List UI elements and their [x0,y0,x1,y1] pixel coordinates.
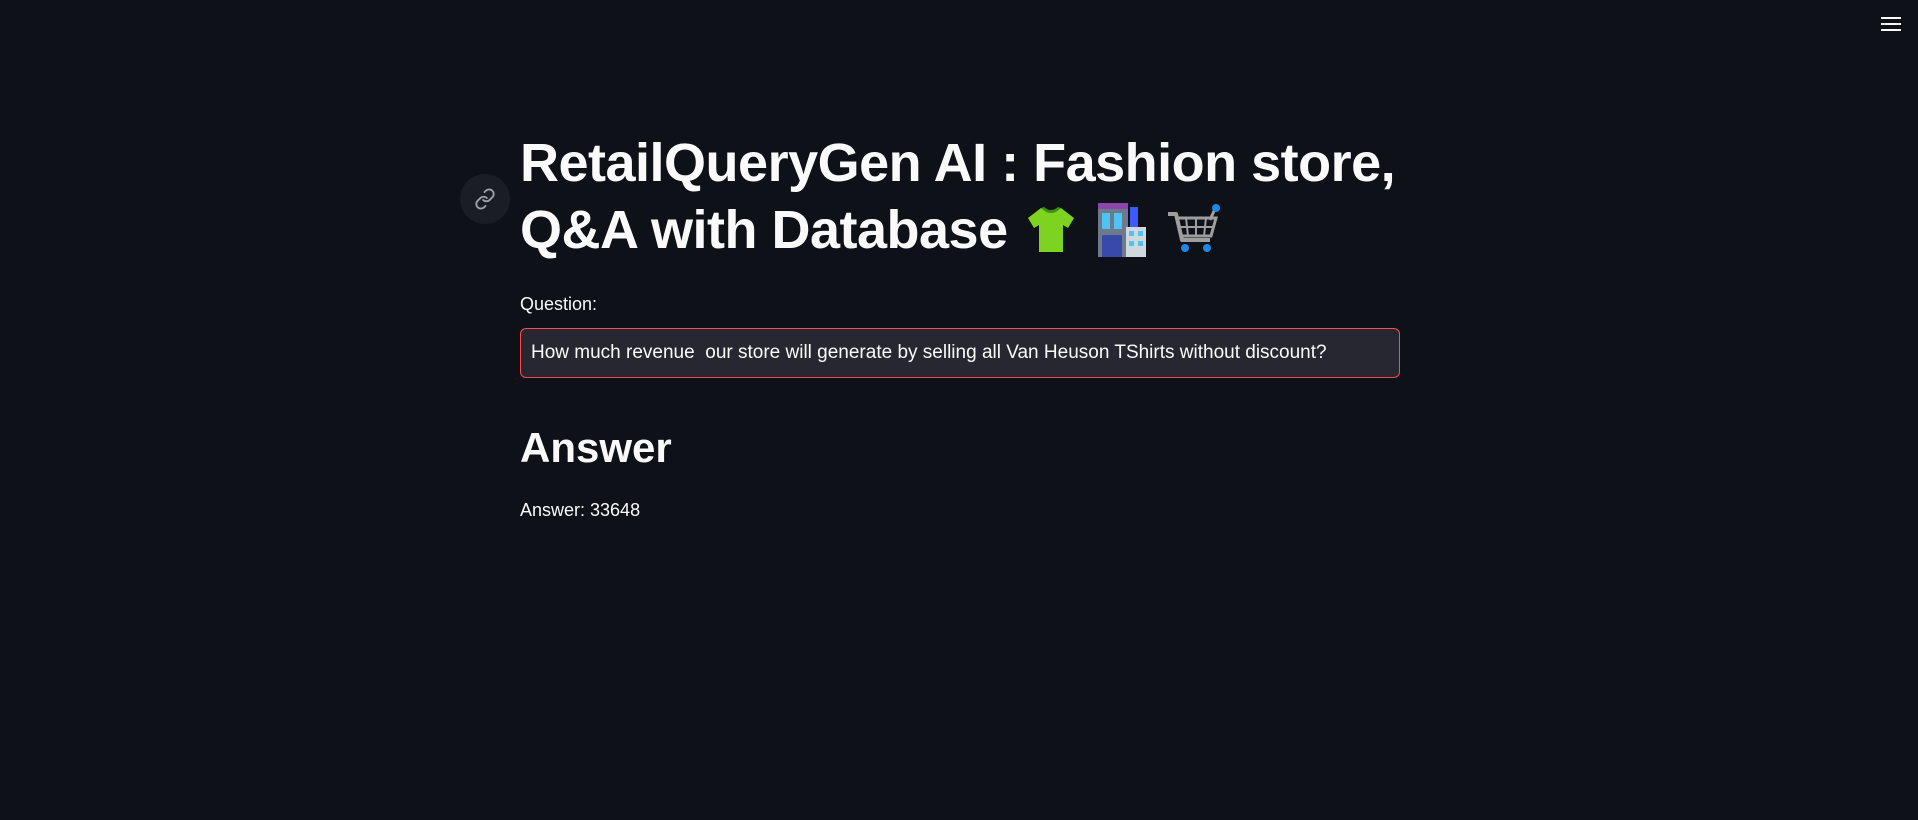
main-menu-button[interactable] [1874,8,1908,40]
answer-heading: Answer [520,424,672,471]
main-content: RetailQueryGen AI : Fashion store, Q&A w… [460,130,1400,521]
app-root: RetailQueryGen AI : Fashion store, Q&A w… [0,0,1918,820]
header-anchor-link[interactable] [460,174,510,224]
question-label: Question: [520,294,598,314]
page-title-text: RetailQueryGen AI : Fashion store, Q&A w… [520,133,1396,260]
link-icon [475,188,495,210]
tshirt-icon [1027,206,1074,252]
title-emojis [1024,201,1222,259]
answer-text: Answer: 33648 [520,500,641,520]
question-input[interactable] [520,328,1400,378]
shopping-cart-icon [1167,203,1220,252]
page-title: RetailQueryGen AI : Fashion store, Q&A w… [520,130,1400,264]
title-row: RetailQueryGen AI : Fashion store, Q&A w… [460,130,1400,264]
hamburger-menu-icon [1881,15,1901,33]
store-building-icon [1097,202,1146,257]
